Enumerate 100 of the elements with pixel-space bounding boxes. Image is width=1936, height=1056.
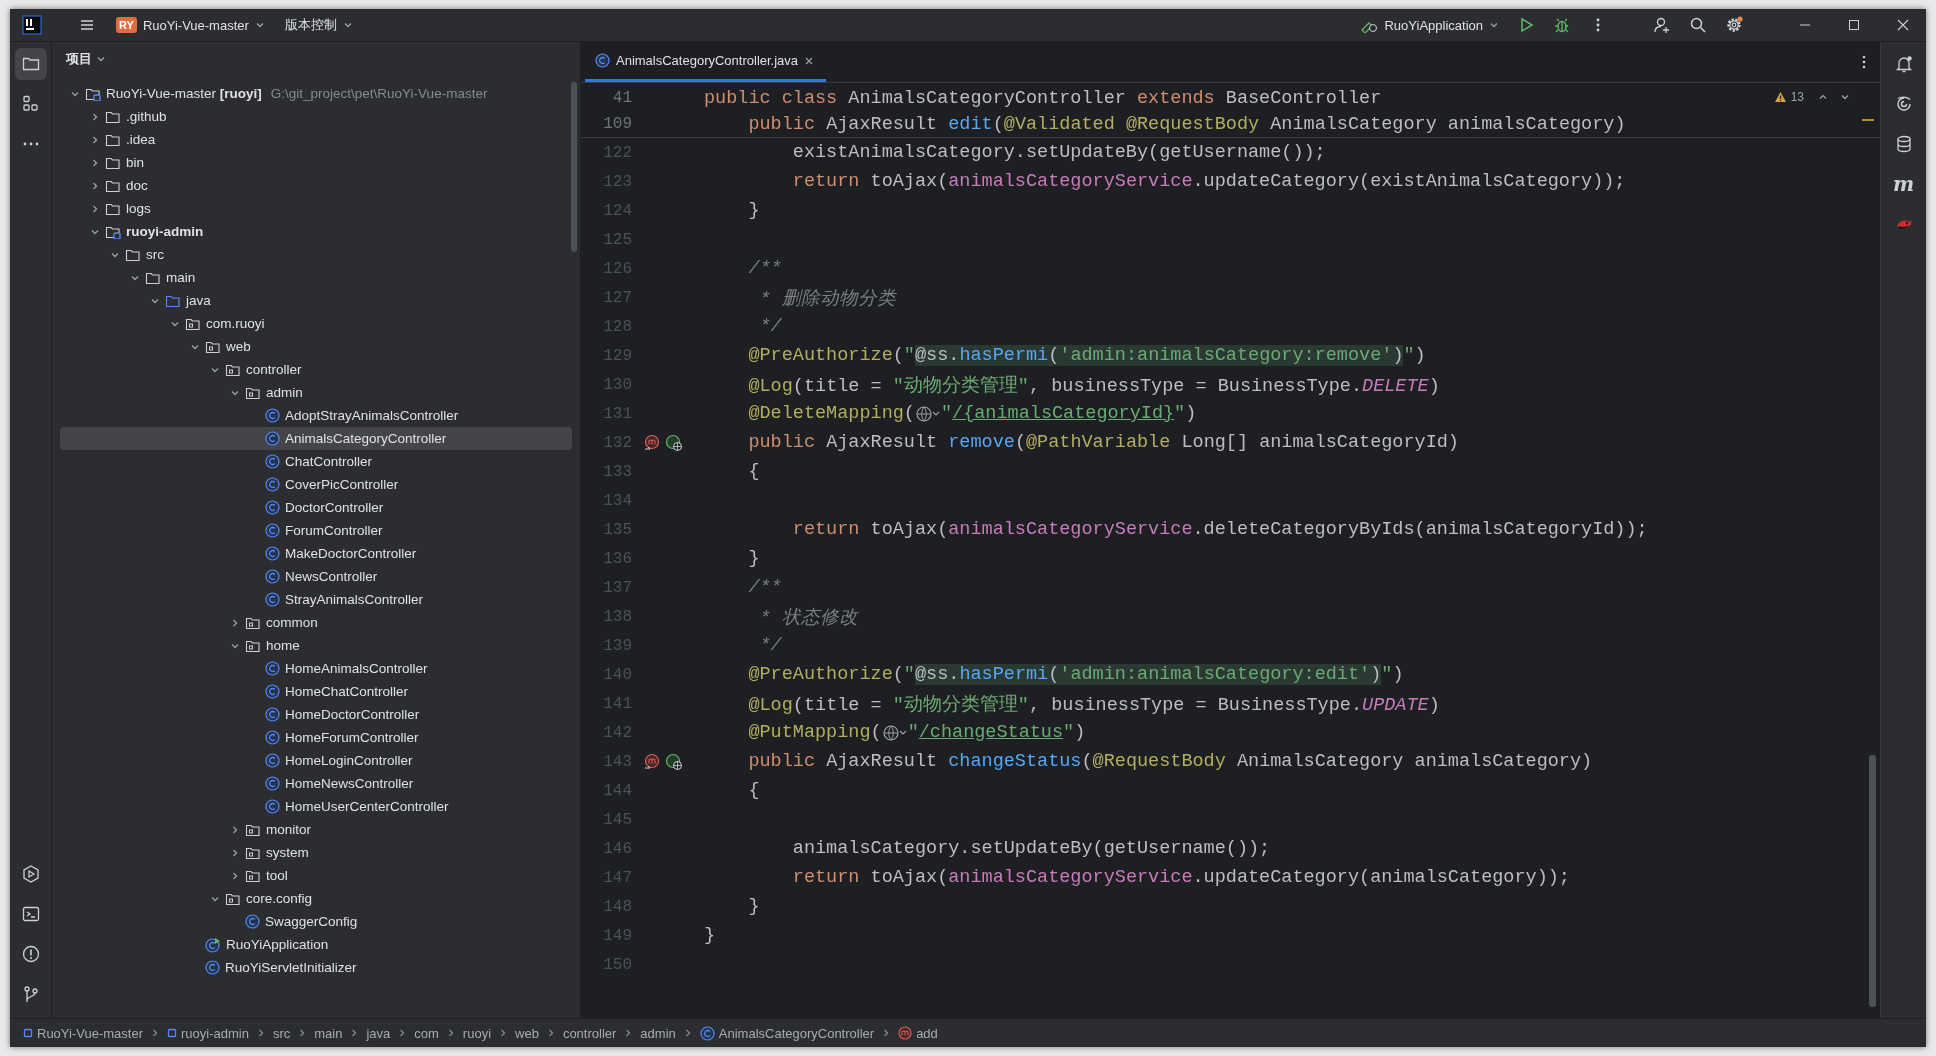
tree-item[interactable]: HomeNewsController — [60, 772, 572, 795]
editor-tab[interactable]: AnimalsCategoryController.java — [585, 42, 827, 82]
breadcrumb[interactable]: add — [893, 1023, 943, 1043]
method-icon — [644, 752, 662, 771]
previous-icon[interactable] — [1818, 92, 1828, 102]
warning-marker[interactable] — [1862, 119, 1874, 121]
tree-item[interactable]: web — [60, 335, 572, 358]
class-icon — [265, 707, 280, 722]
tree-item[interactable]: admin — [60, 381, 572, 404]
code-line: { — [747, 461, 760, 482]
package-icon — [225, 891, 241, 906]
module-icon — [85, 86, 101, 101]
project-switcher[interactable]: RY RuoYi-Vue-master — [108, 13, 273, 37]
problems-indicator[interactable]: 13 — [1767, 89, 1856, 105]
breadcrumb[interactable]: AnimalsCategoryController — [694, 1023, 880, 1043]
tree-item[interactable]: main — [60, 266, 572, 289]
tree-item[interactable]: MakeDoctorController — [60, 542, 572, 565]
path-label: G:\git_project\pet\RuoYi-Vue-master — [270, 86, 488, 101]
tree-item[interactable]: bin — [60, 151, 572, 174]
tree-item[interactable]: CoverPicController — [60, 473, 572, 496]
code-line: return toAjax(animalsCategoryService.updateCategory(animalsCategory)); — [791, 867, 1570, 888]
code-text: "/{animalsCategoryId}") — [940, 403, 1197, 424]
tree-item[interactable]: HomeForumController — [60, 726, 572, 749]
vcs-menu[interactable]: 版本控制 — [276, 12, 361, 38]
tree-item[interactable]: RuoYi-Vue-master [ruoyi] G:\git_project\pet\RuoYi-Vue-master — [60, 82, 572, 105]
breadcrumb[interactable]: main — [309, 1023, 348, 1043]
tree-item[interactable]: NewsController — [60, 565, 572, 588]
class-icon — [265, 500, 280, 515]
caret-icon — [254, 20, 265, 30]
tree-item[interactable]: ChatController — [60, 450, 572, 473]
view-selector[interactable]: 项目 — [60, 47, 112, 71]
code-text: @PutMapping( — [747, 722, 882, 743]
code-line: @Log(title = "动物分类管理", businessType = BusinessType.DELETE) — [747, 374, 1440, 397]
module-icon — [23, 1028, 33, 1038]
tree-item[interactable]: ruoyi-admin — [60, 220, 572, 243]
run-config-selector[interactable]: RuoYiApplication — [1352, 13, 1507, 37]
method-icon — [644, 433, 662, 452]
folder-icon[interactable] — [14, 48, 47, 80]
tree-item[interactable]: HomeChatController — [60, 680, 572, 703]
line-number: 41 — [611, 89, 632, 107]
class-icon — [699, 1025, 715, 1041]
tree-item[interactable]: DoctorController — [60, 496, 572, 519]
tree-item[interactable]: tool — [60, 864, 572, 887]
breadcrumb[interactable]: com — [409, 1023, 444, 1043]
class-icon — [265, 408, 280, 423]
tree-item[interactable]: .idea — [60, 128, 572, 151]
tree-item[interactable]: com.ruoyi — [60, 312, 572, 335]
breadcrumb[interactable]: RuoYi-Vue-master — [18, 1023, 148, 1043]
scrollbar-thumb[interactable] — [1869, 755, 1876, 1007]
code-line: return toAjax(animalsCategoryService.updateCategory(existAnimalsCategory)); — [791, 171, 1626, 192]
globe-icon[interactable] — [881, 723, 908, 742]
breadcrumb[interactable]: ruoyi-admin — [161, 1023, 254, 1043]
tree-item[interactable]: logs — [60, 197, 572, 220]
code-line: public AjaxResult edit(@Validated @RequestBody AnimalsCategory animalsCategory) — [747, 113, 1626, 135]
tree-item[interactable]: RuoYiApplication — [60, 933, 572, 956]
code-line: public class AnimalsCategoryController extends BaseController — [704, 87, 1382, 109]
tree-item[interactable]: AdoptStrayAnimalsController — [60, 404, 572, 427]
tree-item[interactable]: common — [60, 611, 572, 634]
tree-item[interactable]: HomeUserCenterController — [60, 795, 572, 818]
caret-icon — [96, 54, 106, 64]
tree-item[interactable]: SwaggerConfig — [60, 910, 572, 933]
scrollbar-thumb[interactable] — [571, 82, 577, 252]
code-line: * 状态修改 — [758, 606, 858, 629]
package-icon — [245, 385, 261, 400]
tree-item[interactable]: AnimalsCategoryController — [60, 427, 572, 450]
breadcrumb[interactable]: controller — [557, 1023, 622, 1043]
maven-button[interactable]: m — [1887, 168, 1920, 200]
code-text: "/changeStatus") — [907, 722, 1086, 743]
tree-item[interactable]: HomeAnimalsController — [60, 657, 572, 680]
close-icon[interactable] — [804, 55, 815, 66]
code-text: @DeleteMapping( — [747, 403, 915, 424]
breadcrumb[interactable]: ruoyi — [457, 1023, 497, 1043]
tree-item[interactable]: RuoYiServletInitializer — [60, 956, 572, 979]
class-icon — [265, 431, 280, 446]
tree-item[interactable]: doc — [60, 174, 572, 197]
module-icon — [166, 1028, 177, 1038]
globe-icon[interactable] — [914, 404, 941, 423]
tree-item[interactable]: ForumController — [60, 519, 572, 542]
tree-item[interactable]: controller — [60, 358, 572, 381]
tree-item[interactable]: system — [60, 841, 572, 864]
tree-item[interactable]: core.config — [60, 887, 572, 910]
code-line: * 删除动物分类 — [758, 287, 896, 310]
code-line: public AjaxResult changeStatus(@RequestBody AnimalsCategory animalsCategory) — [747, 751, 1593, 772]
breadcrumb[interactable]: java — [361, 1023, 396, 1043]
tree-item[interactable]: java — [60, 289, 572, 312]
tree-item[interactable]: .github — [60, 105, 572, 128]
tree-item[interactable]: StrayAnimalsController — [60, 588, 572, 611]
tree-item[interactable]: HomeDoctorController — [60, 703, 572, 726]
breadcrumb[interactable]: admin — [635, 1023, 681, 1043]
breadcrumb[interactable]: src — [267, 1023, 296, 1043]
folder-icon — [105, 132, 121, 147]
breadcrumb[interactable]: web — [510, 1023, 544, 1043]
tree-item[interactable]: home — [60, 634, 572, 657]
code-line: } — [747, 200, 760, 221]
code-line: /** — [747, 258, 782, 279]
tree-item[interactable]: src — [60, 243, 572, 266]
tree-item[interactable]: monitor — [60, 818, 572, 841]
package-icon — [225, 362, 241, 377]
tree-item[interactable]: HomeLoginController — [60, 749, 572, 772]
folder-icon — [105, 201, 121, 216]
